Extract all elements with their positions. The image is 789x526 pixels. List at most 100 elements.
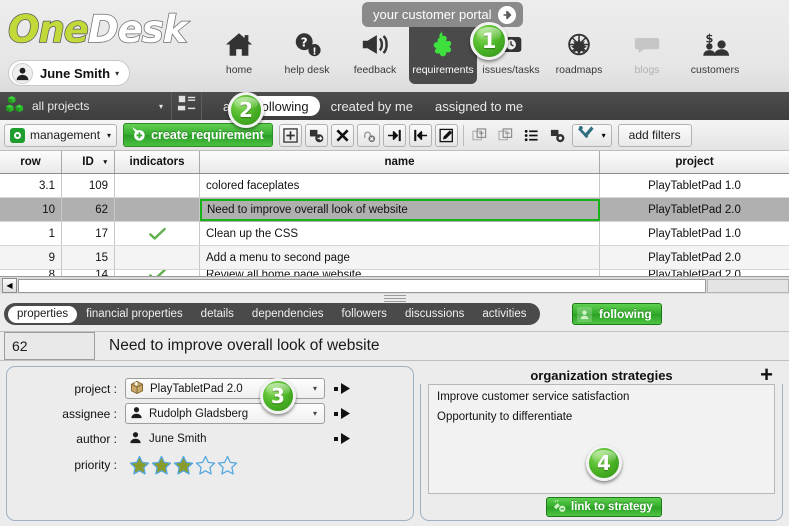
column-header-id[interactable]: ID ▾ <box>62 151 115 173</box>
splitter-grip-icon <box>383 295 406 302</box>
link-to-strategy-button[interactable]: link to strategy <box>546 497 662 517</box>
nav-label: home <box>225 64 253 76</box>
requirements-grid: row ID ▾ indicators name project 3.1 109… <box>0 151 789 280</box>
scroll-thumb[interactable] <box>18 278 706 293</box>
tab-discussions[interactable]: discussions <box>396 306 473 323</box>
cell-id: 62 <box>62 198 115 222</box>
goto-dot <box>334 411 338 416</box>
create-requirement-label: create requirement <box>151 128 264 142</box>
star-filled-icon <box>173 455 194 475</box>
cell-indicators <box>115 246 200 270</box>
cell-name: colored faceplates <box>200 174 600 198</box>
goto-author-button[interactable] <box>334 432 352 445</box>
checkmark-icon <box>148 227 166 240</box>
scroll-left-arrow[interactable]: ◀ <box>2 278 17 293</box>
nav-label: roadmaps <box>555 64 603 76</box>
settings-view-button[interactable] <box>546 124 569 147</box>
nav-item-customers[interactable]: $ customers <box>681 22 749 84</box>
tab-followers[interactable]: followers <box>333 306 396 323</box>
table-row[interactable]: 3.1 109 colored faceplates PlayTabletPad… <box>0 174 789 198</box>
collapse-button[interactable] <box>494 124 517 147</box>
home-icon <box>224 27 254 61</box>
table-row[interactable]: 9 15 Add a menu to second page PlayTable… <box>0 246 789 270</box>
tools-selector[interactable]: ▾ <box>571 123 612 147</box>
star-filled-icon <box>151 455 172 475</box>
filter-tab-assigned-to-me[interactable]: assigned to me <box>424 96 534 116</box>
goto-assignee-button[interactable] <box>334 407 352 420</box>
item-id-field[interactable]: 62 <box>4 332 95 360</box>
cell-project: PlayTabletPad 1.0 <box>600 174 789 198</box>
column-header-id-label: ID <box>82 156 94 168</box>
management-selector[interactable]: management ▾ <box>4 123 118 147</box>
onedesk-logo: OneDesk <box>7 7 188 52</box>
management-label: management <box>30 128 101 142</box>
filter-tab-created-by-me[interactable]: created by me <box>320 96 424 116</box>
wrench-screwdriver-icon <box>577 125 595 146</box>
view-layout-button[interactable] <box>172 92 202 120</box>
tab-financial-properties[interactable]: financial properties <box>77 306 192 323</box>
nav-item-blogs[interactable]: blogs <box>613 22 681 84</box>
cell-row: 9 <box>0 246 62 270</box>
property-row-project: project : PlayTabletPad 2.0 ▾ <box>7 376 413 401</box>
add-filters-button[interactable]: add filters <box>617 123 692 147</box>
cell-row: 10 <box>0 198 62 222</box>
cell-project: PlayTabletPad 2.0 <box>600 246 789 270</box>
grid-horizontal-scrollbar[interactable]: ◀ <box>0 276 789 294</box>
projects-cubes-icon <box>6 95 25 117</box>
logo-desk-text: Desk <box>87 7 188 52</box>
x-icon <box>336 128 349 142</box>
unlink-icon <box>363 131 375 142</box>
organization-strategies-title: organization strategies + <box>420 364 783 386</box>
customer-portal-label: your customer portal <box>373 7 492 22</box>
nav-item-roadmaps[interactable]: roadmaps <box>545 22 613 84</box>
tab-dependencies[interactable]: dependencies <box>243 306 333 323</box>
panel-splitter[interactable] <box>0 294 789 303</box>
copy-button[interactable] <box>304 123 328 147</box>
column-header-project[interactable]: project <box>600 151 789 173</box>
plus-icon[interactable]: + <box>760 364 773 386</box>
add-row-button[interactable] <box>278 123 302 147</box>
expand-button[interactable] <box>468 124 491 147</box>
nav-item-home[interactable]: home <box>205 22 273 84</box>
cell-project: PlayTabletPad 2.0 <box>600 198 789 222</box>
nav-label: requirements <box>412 64 474 76</box>
following-toggle-button[interactable]: following <box>572 303 662 325</box>
goto-dot <box>334 436 338 441</box>
tab-details[interactable]: details <box>192 306 243 323</box>
table-row[interactable]: 1 17 Clean up the CSS PlayTabletPad 1.0 <box>0 222 789 246</box>
goto-project-button[interactable] <box>334 382 352 395</box>
tab-activities[interactable]: activities <box>473 306 535 323</box>
cell-id: 109 <box>62 174 115 198</box>
unlink-button[interactable] <box>356 123 380 147</box>
item-title-field[interactable]: Need to improve overall look of website <box>109 337 380 355</box>
author-label: author : <box>76 431 117 446</box>
nav-item-help-desk[interactable]: ?! help desk <box>273 22 341 84</box>
cell-indicators <box>115 174 200 198</box>
list-view-button[interactable] <box>520 124 543 147</box>
column-header-row[interactable]: row <box>0 151 62 173</box>
nav-item-feedback[interactable]: feedback <box>341 22 409 84</box>
logo-one-text: One <box>7 7 89 52</box>
outdent-button[interactable] <box>408 123 432 147</box>
list-item[interactable]: Opportunity to differentiate <box>437 411 766 423</box>
customer-portal-tooltip[interactable]: your customer portal <box>362 2 523 27</box>
gear-view-icon <box>550 129 565 142</box>
callout-badge-2: 2 <box>228 92 264 128</box>
table-row[interactable]: 10 62 Need to improve overall look of we… <box>0 198 789 222</box>
nav-label: customers <box>690 64 740 76</box>
assignee-select[interactable]: Rudolph Gladsberg ▾ <box>125 403 325 424</box>
indent-button[interactable] <box>382 123 406 147</box>
user-menu[interactable]: June Smith ▾ <box>8 60 131 86</box>
cell-id: 17 <box>62 222 115 246</box>
cell-row: 1 <box>0 222 62 246</box>
delete-button[interactable] <box>330 123 354 147</box>
column-header-name[interactable]: name <box>200 151 600 173</box>
scroll-track-tail[interactable] <box>707 278 789 293</box>
list-item[interactable]: Improve customer service satisfaction <box>437 391 766 403</box>
project-selector[interactable]: all projects ▾ <box>0 92 172 120</box>
edit-button[interactable] <box>434 123 458 147</box>
priority-rating[interactable] <box>125 455 238 476</box>
tab-properties[interactable]: properties <box>8 305 78 323</box>
column-header-indicators[interactable]: indicators <box>115 151 200 173</box>
nav-item-requirements[interactable]: requirements <box>409 22 477 84</box>
